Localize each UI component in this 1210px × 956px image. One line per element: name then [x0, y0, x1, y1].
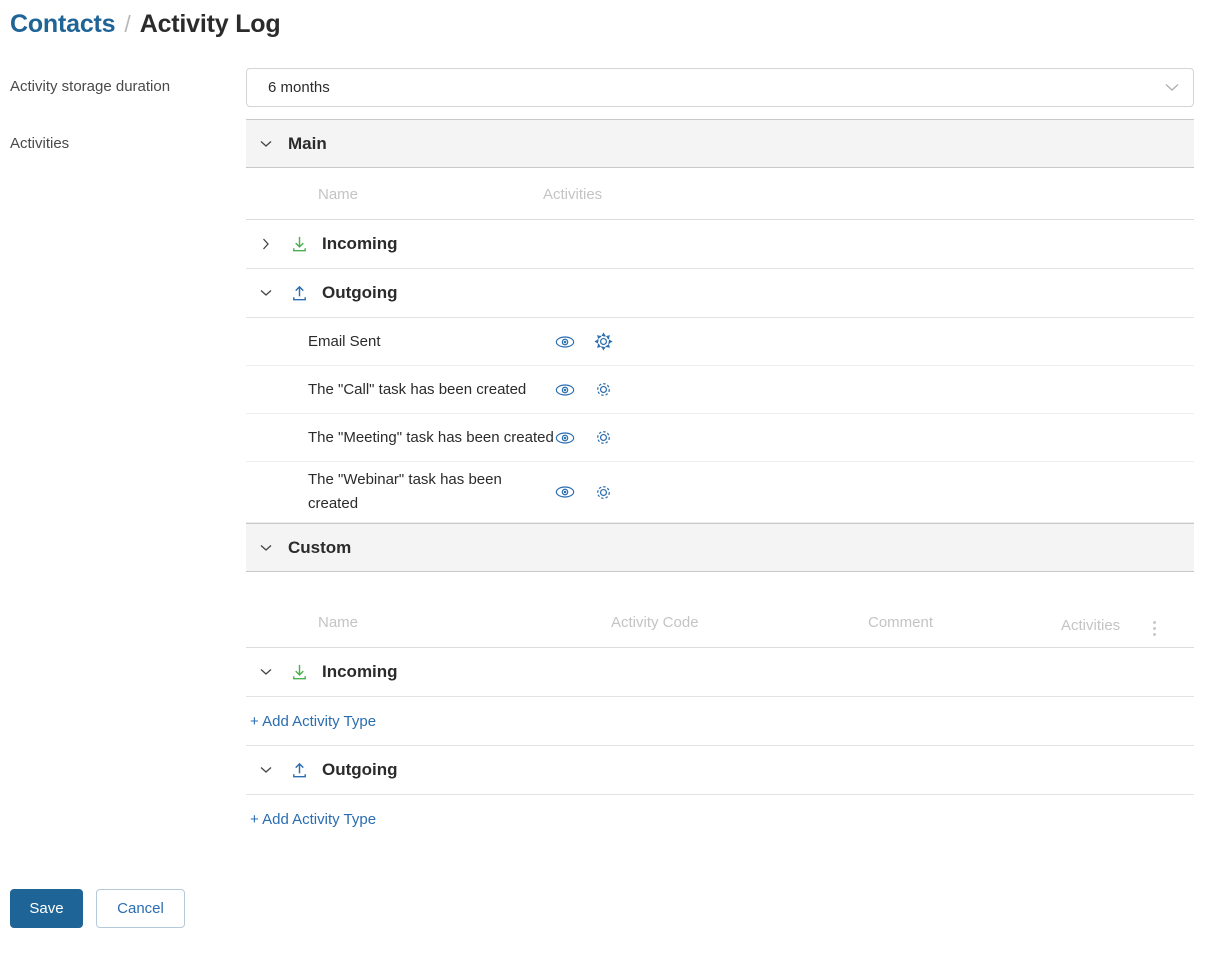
activity-row: The "Webinar" task has been created [246, 462, 1194, 523]
activities-label: Activities [10, 135, 70, 152]
group-name-incoming: Incoming [322, 234, 398, 253]
section-header-main[interactable]: Main [246, 119, 1194, 168]
chevron-down-icon[interactable] [246, 544, 286, 552]
eye-icon[interactable] [555, 335, 575, 349]
download-arrow-icon [286, 663, 312, 682]
chevron-down-icon[interactable] [246, 289, 286, 297]
group-row-custom-incoming[interactable]: Incoming [246, 648, 1194, 697]
group-name-incoming: Incoming [322, 662, 398, 681]
chevron-down-icon[interactable] [246, 766, 286, 774]
breadcrumb-link-contacts[interactable]: Contacts [10, 10, 116, 39]
group-row-main-incoming[interactable]: Incoming [246, 220, 1194, 269]
save-button[interactable]: Save [10, 889, 83, 928]
chevron-down-icon[interactable] [246, 668, 286, 676]
activity-name: The "Meeting" task has been created [308, 428, 554, 446]
upload-arrow-icon [286, 761, 312, 780]
section-header-custom[interactable]: Custom [246, 523, 1194, 572]
page-title: Activity Log [139, 10, 281, 38]
column-header-name: Name [318, 614, 359, 631]
chevron-down-icon[interactable] [246, 140, 286, 148]
add-activity-type-row-incoming: + Add Activity Type [246, 697, 1194, 746]
vertical-dots-icon[interactable] [1153, 621, 1156, 636]
activities-panel: Main Name Activities Incoming Outgoing E… [246, 119, 1194, 844]
eye-icon[interactable] [555, 431, 575, 445]
activity-storage-duration-value: 6 months [268, 79, 330, 96]
upload-arrow-icon [286, 284, 312, 303]
section-title-custom: Custom [288, 537, 352, 557]
activity-row: The "Call" task has been created [246, 366, 1194, 414]
group-row-main-outgoing[interactable]: Outgoing [246, 269, 1194, 318]
gear-icon[interactable] [594, 428, 613, 447]
section-title-main: Main [288, 133, 327, 153]
column-header-activities: Activities [1061, 617, 1121, 634]
cancel-button[interactable]: Cancel [96, 889, 185, 928]
chevron-right-icon[interactable] [246, 238, 286, 250]
activity-storage-duration-select[interactable]: 6 months [246, 68, 1194, 107]
activity-storage-duration-label: Activity storage duration [10, 78, 171, 95]
activity-row: The "Meeting" task has been created [246, 414, 1194, 462]
download-arrow-icon [286, 235, 312, 254]
activity-name: The "Webinar" task has been created [308, 471, 502, 512]
add-activity-type-row-outgoing: + Add Activity Type [246, 795, 1194, 844]
column-header-comment: Comment [868, 614, 934, 631]
add-activity-type-link[interactable]: + Add Activity Type [250, 713, 376, 730]
group-name-outgoing: Outgoing [322, 760, 398, 779]
gear-icon[interactable] [594, 483, 613, 502]
group-row-custom-outgoing[interactable]: Outgoing [246, 746, 1194, 795]
form-actions: Save Cancel [10, 889, 185, 928]
eye-icon[interactable] [555, 485, 575, 499]
gear-icon[interactable] [594, 332, 613, 351]
activity-row: Email Sent [246, 318, 1194, 366]
chevron-down-icon [1165, 79, 1179, 97]
column-header-name: Name [318, 186, 359, 203]
gear-icon[interactable] [594, 380, 613, 399]
activity-name: The "Call" task has been created [308, 380, 527, 398]
breadcrumb: Contacts / Activity Log [10, 10, 281, 39]
breadcrumb-separator: / [124, 11, 131, 37]
column-header-activity-code: Activity Code [611, 614, 699, 631]
add-activity-type-link[interactable]: + Add Activity Type [250, 811, 376, 828]
eye-icon[interactable] [555, 383, 575, 397]
activity-name: Email Sent [308, 332, 381, 350]
column-header-main: Name Activities [246, 168, 1194, 220]
column-header-custom: Name Activity Code Comment Activities [246, 572, 1194, 648]
activity-log-page: Contacts / Activity Log Activity storage… [0, 0, 1210, 956]
column-header-activities: Activities [543, 186, 603, 203]
group-name-outgoing: Outgoing [322, 283, 398, 302]
